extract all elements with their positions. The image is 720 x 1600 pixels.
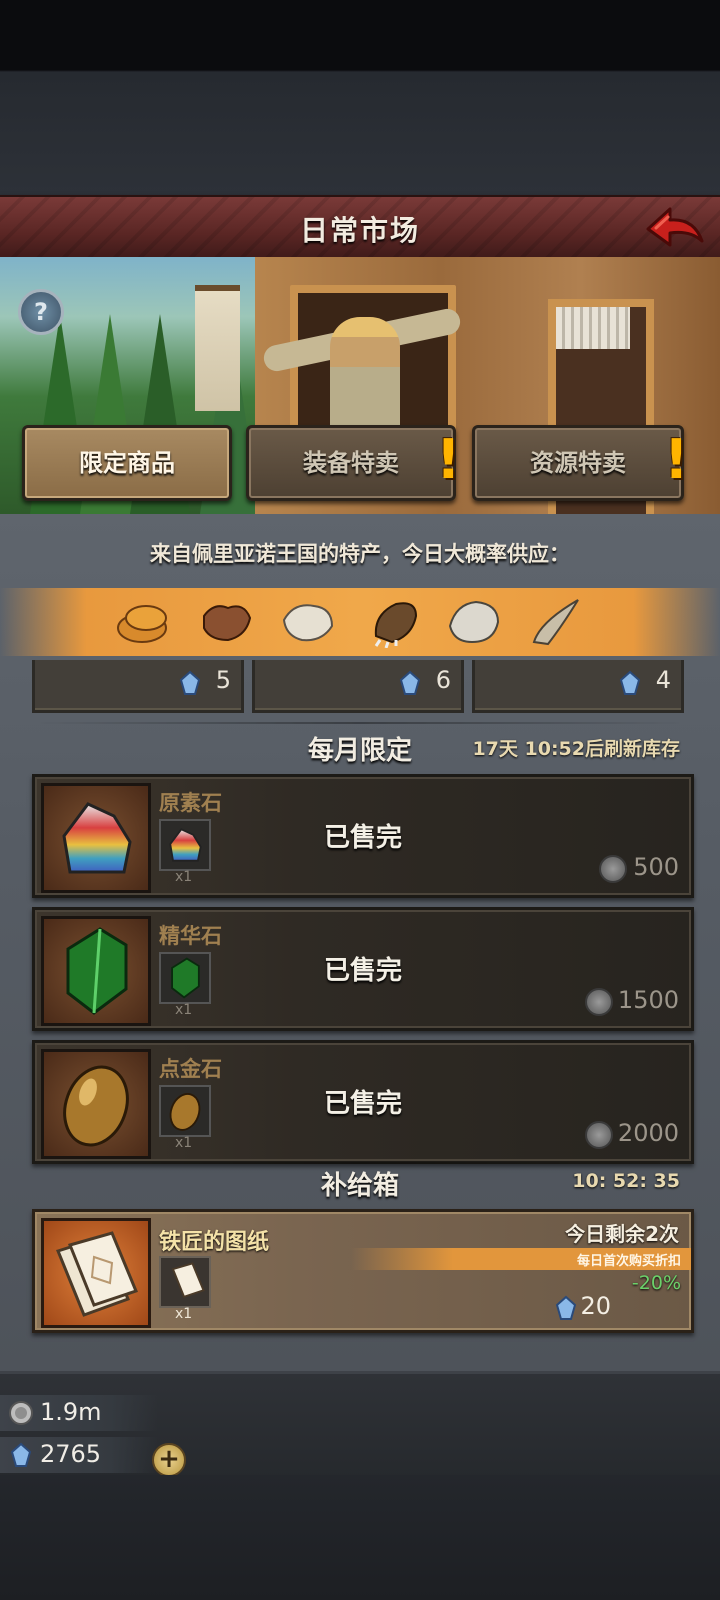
page-title: 日常市场 [299,214,420,247]
supply-timer: 10: 52: 35 [572,1170,680,1192]
section-divider [36,722,684,724]
slot-count: 4 [655,666,671,694]
item-quantity: x1 [175,1306,193,1322]
item-price: 20 [580,1292,611,1320]
gem-currency: 2765 [0,1437,158,1473]
monthly-item-card[interactable]: 精华石 x1 已售完 1500 [32,907,694,1031]
crystal-gem-icon [555,1295,577,1320]
alert-icon: ! [436,428,461,491]
claw-paw-icon [374,602,418,648]
discount-percent: -20% [631,1272,681,1294]
item-quantity: x1 [175,1135,193,1151]
title-bar: 日常市场 [0,195,720,262]
tab-equipment-sale[interactable]: 装备特卖 [246,425,456,501]
item-name: 原素石 [159,791,222,815]
crystal-gem-icon [179,670,201,695]
silver-coin-icon [599,855,627,883]
specialty-strip [0,588,720,656]
item-price: 2000 [617,1119,679,1147]
blueprint-scroll-icon [55,1231,139,1317]
back-arrow-icon[interactable] [644,203,706,253]
silver-coin-icon [585,1121,613,1149]
item-name: 精华石 [159,924,222,948]
item-name: 点金石 [159,1057,222,1081]
monthly-item-card[interactable]: 原素石 x1 已售完 500 [32,774,694,898]
horn-icon [532,599,579,646]
help-icon[interactable]: ? [18,289,64,335]
alert-icon: ! [664,428,689,491]
discount-note: 每日首次购买折扣 [576,1254,681,1269]
silver-coin-icon [9,1401,33,1425]
tab-limited-goods[interactable]: 限定商品 [22,425,232,501]
slot-count: 6 [435,666,451,694]
item-quantity: x1 [175,1002,193,1018]
specialty-text: 来自佩里亚诺王国的特产，今日大概率供应： [150,542,570,566]
supply-item-card[interactable]: 铁匠的图纸 x1 今日剩余2次 每日首次购买折扣 -20% 20 [32,1209,694,1333]
leather-hide-icon [203,605,252,642]
crystal-gem-icon [399,670,421,695]
top-status-area [0,0,720,195]
resource-slot[interactable]: 5 [32,660,244,713]
item-icon-box [41,1218,151,1328]
gem-amount: 2765 [40,1440,102,1468]
remaining-purchases: 今日剩余2次 [565,1222,679,1246]
sold-out-label: 已售完 [323,823,402,853]
merchant-banner: ? 限定商品 装备特卖 ! 资源特卖 ! [0,257,720,514]
resource-slot[interactable]: 4 [472,660,684,713]
crystal-gem-icon [619,670,641,695]
door-curtain [556,307,630,349]
section-divider [36,1162,684,1164]
banner-flag [195,285,240,411]
bread-icon [117,605,167,643]
add-gems-button[interactable]: + [152,1443,186,1477]
item-name: 铁匠的图纸 [159,1230,270,1255]
item-price: 500 [633,853,679,881]
item-mini-icon [159,1256,211,1308]
monthly-item-card[interactable]: 点金石 x1 已售完 2000 [32,1040,694,1164]
white-fur-icon [282,604,334,642]
fleece-icon [448,600,500,644]
slot-count: 5 [215,666,231,694]
silver-amount: 1.9m [40,1398,102,1426]
resource-slot[interactable]: 6 [252,660,464,713]
item-price: 1500 [617,986,679,1014]
monthly-refresh-note: 17天 10:52后刷新库存 [472,738,680,760]
item-quantity: x1 [175,869,193,885]
sold-out-label: 已售完 [323,1089,402,1119]
sold-out-label: 已售完 [323,956,402,986]
silver-currency: 1.9m [0,1395,158,1431]
crystal-gem-icon [10,1442,32,1467]
tab-resource-sale[interactable]: 资源特卖 [472,425,684,501]
silver-coin-icon [585,988,613,1016]
bottom-area [0,1475,720,1600]
